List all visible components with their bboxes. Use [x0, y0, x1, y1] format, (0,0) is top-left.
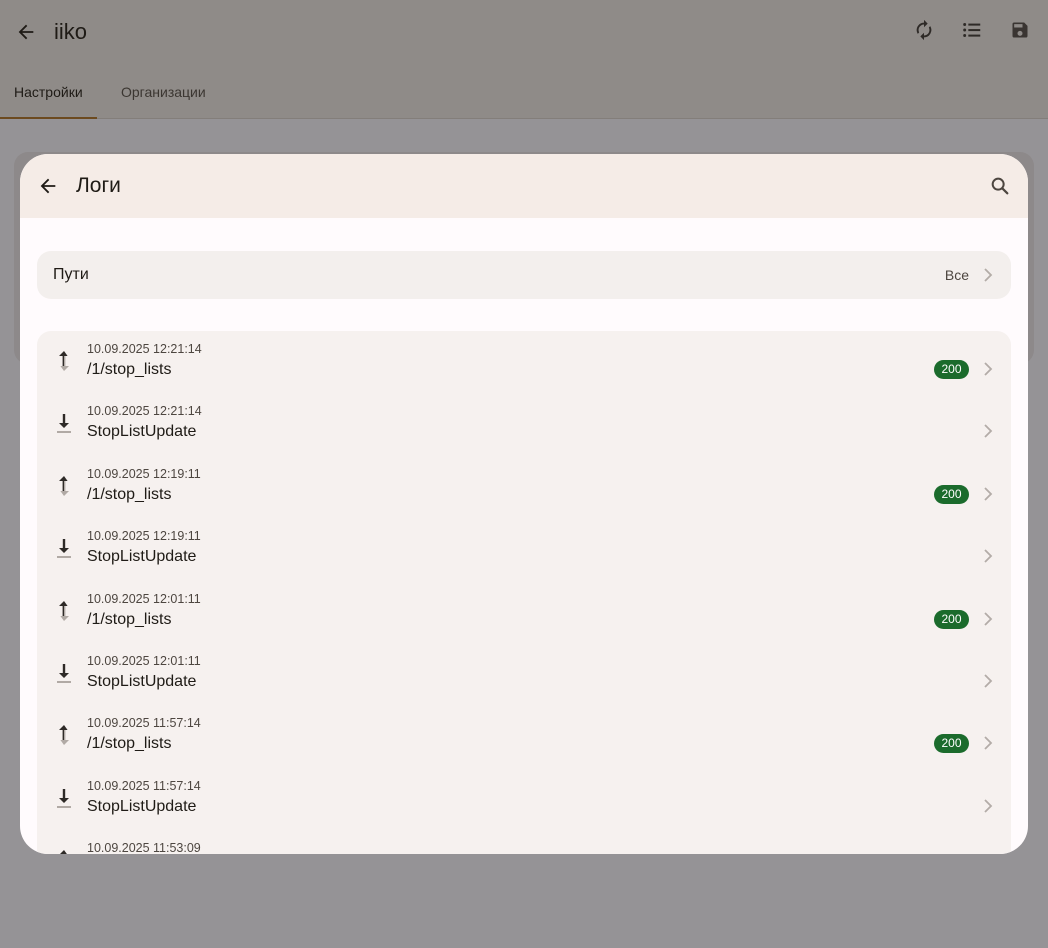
paths-filter[interactable]: Пути Все [37, 251, 1011, 299]
chevron-right-icon [984, 424, 993, 439]
request-response-icon [53, 599, 75, 623]
chevron-right-icon [984, 487, 993, 501]
log-timestamp: 10.09.2025 12:19:11 [87, 529, 201, 544]
chevron-right-icon [984, 674, 993, 688]
log-path: /1/stop_lists [87, 361, 172, 378]
log-timestamp: 10.09.2025 11:57:14 [87, 778, 201, 793]
log-row[interactable]: 10.09.2025 12:19:11/1/stop_lists 200 [37, 456, 1011, 518]
chevron-right-icon [984, 799, 993, 813]
request-response-icon [53, 848, 75, 854]
download-icon [53, 536, 75, 560]
save-icon[interactable] [1006, 16, 1034, 44]
app-title: iiko [54, 19, 88, 44]
log-row[interactable]: 10.09.2025 11:57:14 StopListUpdate [37, 768, 1011, 830]
back-arrow-icon[interactable] [12, 18, 40, 46]
paths-filter-value: Все [944, 267, 969, 283]
log-path: StopListUpdate [87, 548, 197, 566]
download-icon [53, 411, 75, 435]
log-row[interactable]: 10.09.2025 12:01:11/1/stop_lists 200 [37, 581, 1011, 643]
log-timestamp: 10.09.2025 12:19:11 [87, 466, 201, 481]
paths-filter-label: Пути [53, 266, 89, 283]
log-path: StopListUpdate [87, 797, 197, 815]
download-icon [53, 786, 75, 810]
request-response-icon [53, 723, 75, 747]
chevron-right-icon [984, 362, 993, 376]
chevron-right-icon [984, 736, 993, 751]
log-row[interactable]: 10.09.2025 11:53:09 [37, 830, 1011, 854]
search-icon[interactable] [986, 172, 1014, 200]
log-timestamp: 10.09.2025 12:21:14 [87, 404, 202, 419]
log-path: /1/stop_lists [87, 735, 172, 753]
chevron-right-icon [984, 549, 993, 563]
log-row[interactable]: 10.09.2025 12:19:11 StopListUpdate [37, 518, 1011, 580]
tab-bar: Настройки Организации [0, 64, 1048, 119]
tab-settings[interactable]: Настройки [0, 64, 97, 119]
request-response-icon [53, 474, 75, 498]
log-timestamp: 10.09.2025 12:01:11 [87, 654, 201, 668]
tab-organizations[interactable]: Организации [107, 64, 220, 119]
dialog-header: Логи [20, 154, 1028, 218]
list-icon[interactable] [958, 16, 986, 44]
log-row[interactable]: 10.09.2025 12:01:11 StopListUpdate [37, 643, 1011, 705]
log-row[interactable]: 10.09.2025 12:21:14 StopListUpdate [37, 393, 1011, 455]
status-badge: 200 [934, 360, 969, 379]
log-row[interactable]: 10.09.2025 12:21:14/1/stop_lists 200 [37, 331, 1011, 393]
app-bar: iiko [0, 0, 1048, 64]
logs-dialog: Логи Пути Все 10.09.2025 12:21:14/1/stop… [20, 154, 1028, 854]
log-path: /1/stop_lists [87, 485, 172, 503]
dialog-title: Логи [76, 174, 121, 197]
log-timestamp: 10.09.2025 11:53:09 [87, 841, 201, 854]
log-timestamp: 10.09.2025 12:01:11 [87, 591, 201, 606]
back-arrow-icon[interactable] [34, 172, 62, 200]
logs-list: 10.09.2025 12:21:14/1/stop_lists 200 10.09… [37, 331, 1011, 854]
download-icon [53, 661, 75, 685]
log-row[interactable]: 10.09.2025 11:57:14/1/stop_lists 200 [37, 705, 1011, 767]
refresh-icon[interactable] [910, 16, 938, 44]
request-response-icon [53, 349, 75, 373]
app-actions [910, 16, 1034, 44]
log-path: StopListUpdate [87, 423, 197, 441]
chevron-right-icon [984, 268, 993, 282]
status-badge: 200 [934, 484, 969, 504]
chevron-right-icon [984, 611, 993, 626]
log-timestamp: 10.09.2025 11:57:14 [87, 716, 201, 731]
status-badge: 200 [934, 609, 969, 629]
log-path: StopListUpdate [87, 673, 197, 690]
log-timestamp: 10.09.2025 12:21:14 [87, 342, 202, 356]
log-path: /1/stop_lists [87, 610, 172, 628]
status-badge: 200 [934, 734, 969, 754]
